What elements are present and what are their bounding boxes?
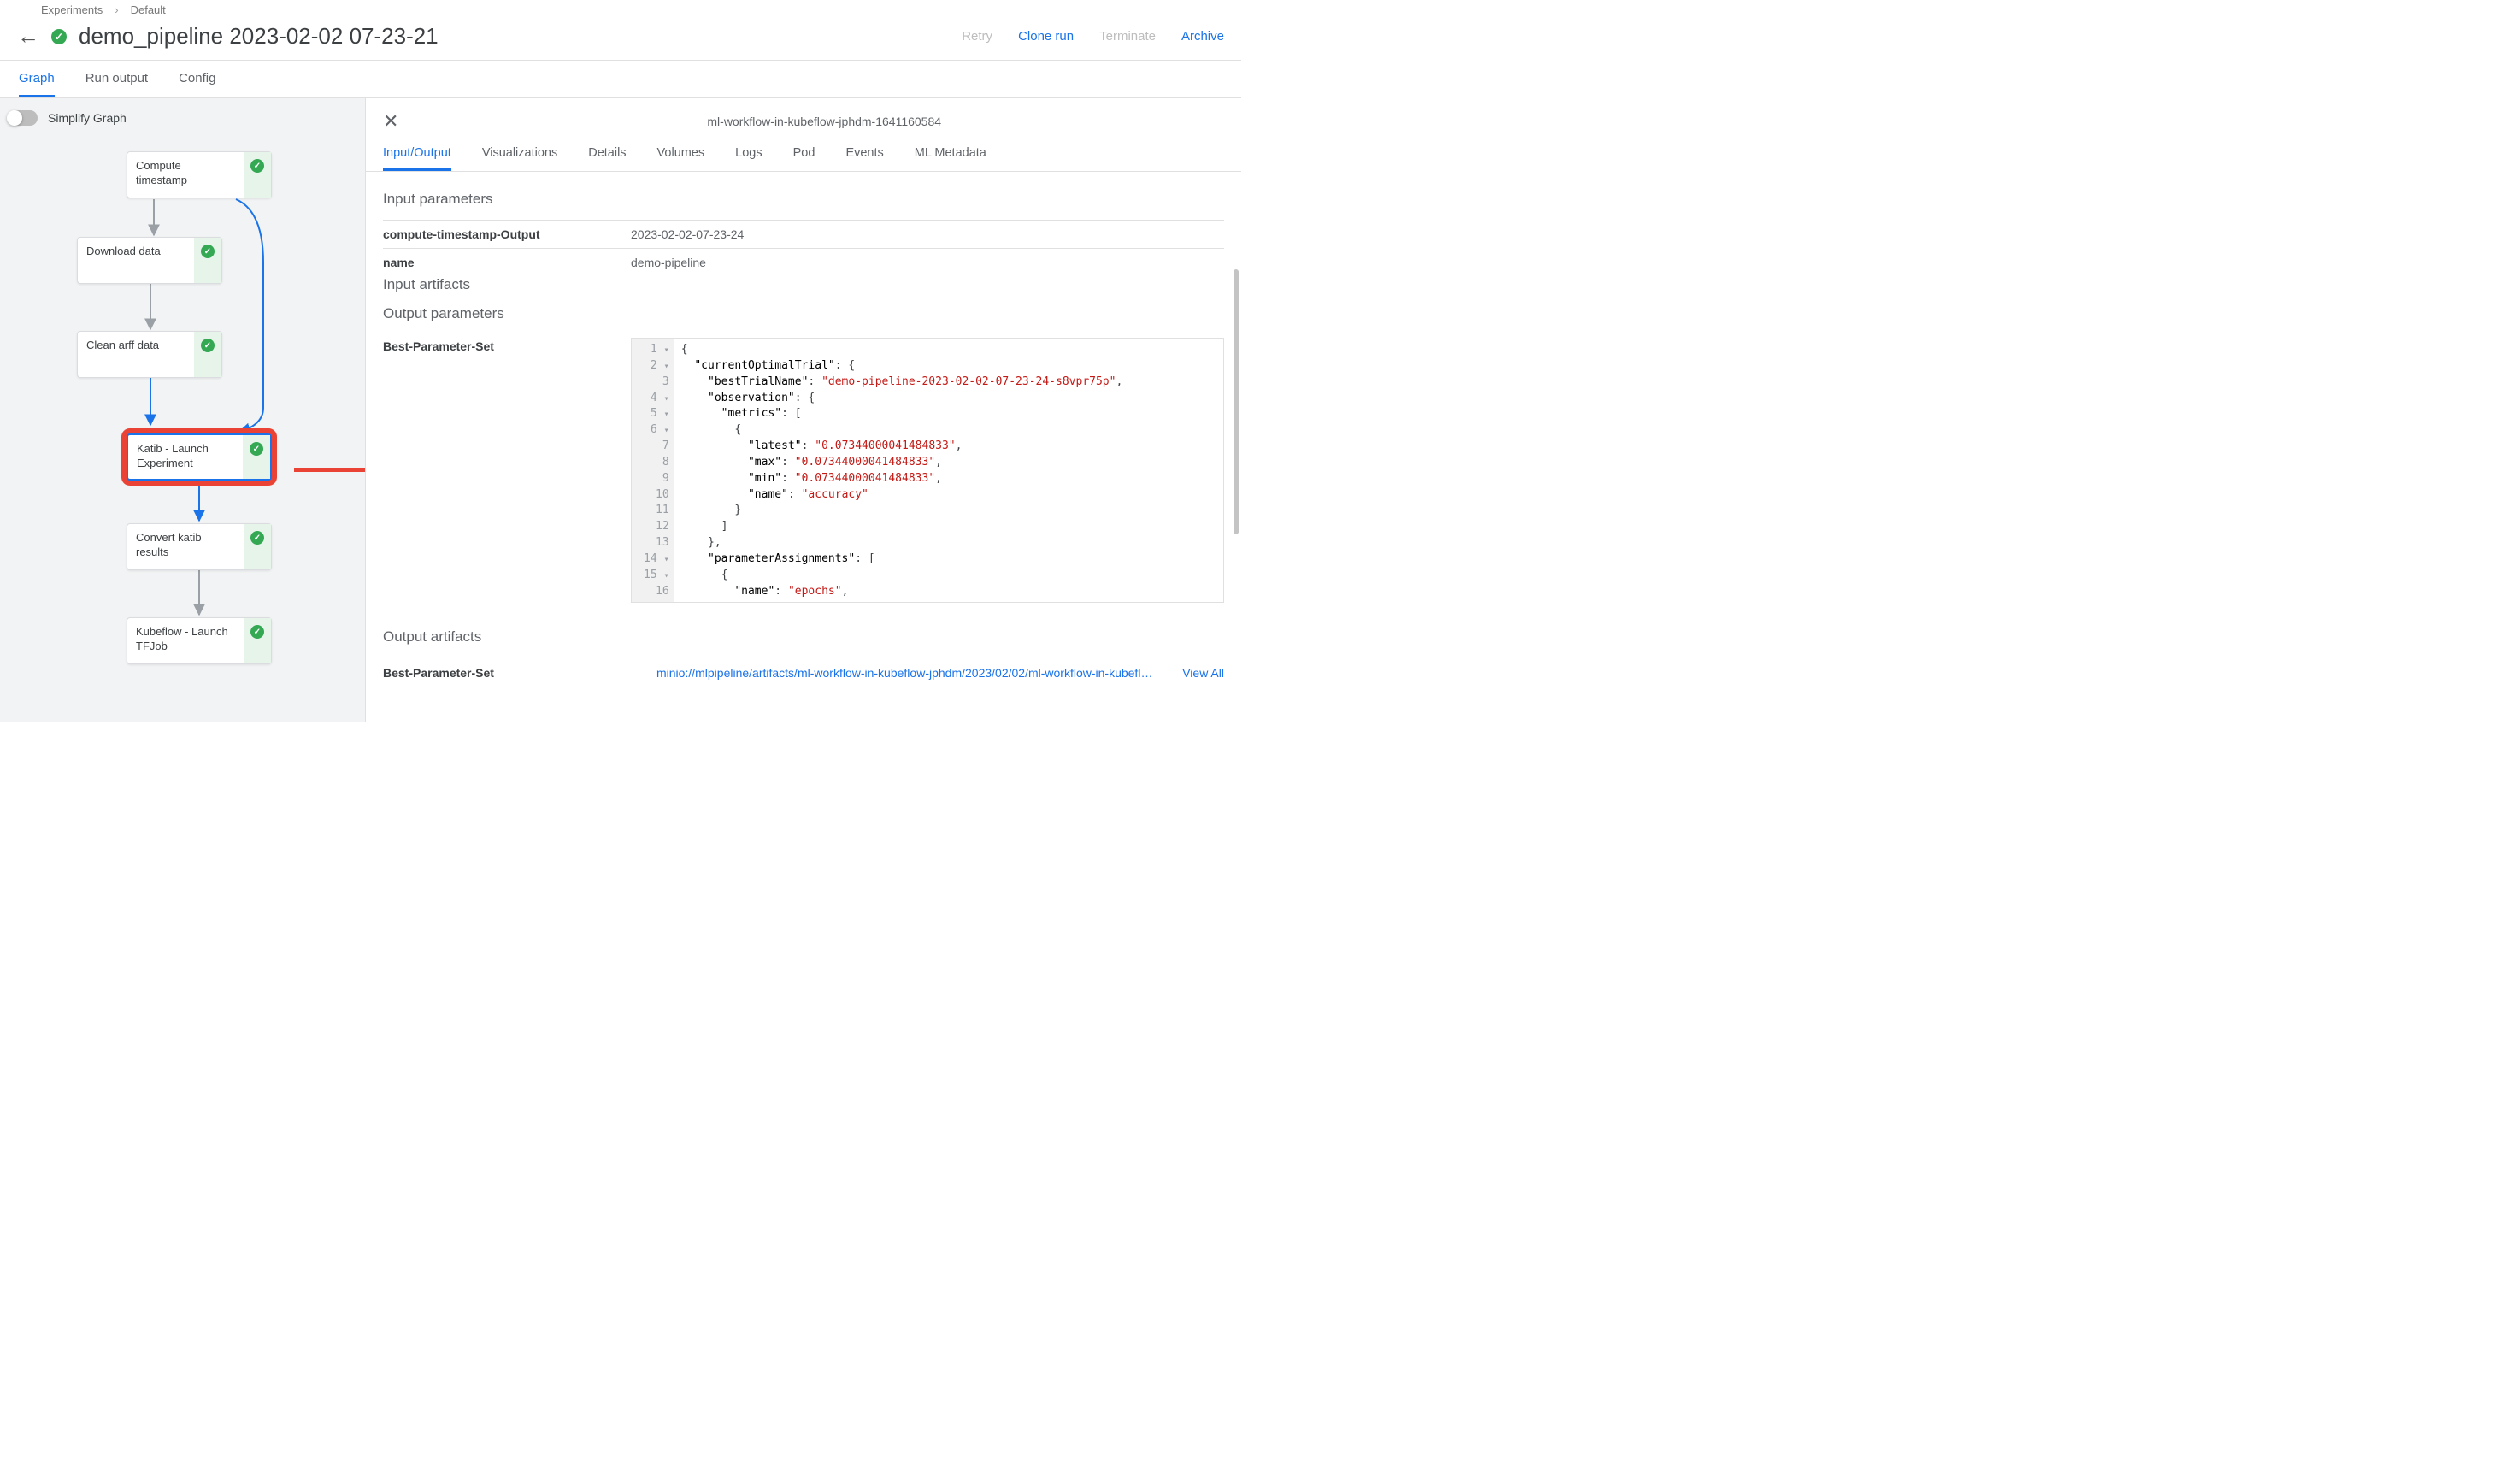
simplify-graph-label: Simplify Graph bbox=[48, 111, 127, 125]
scrollbar[interactable] bbox=[1234, 269, 1239, 534]
node-download-data[interactable]: Download data ✓ bbox=[77, 237, 222, 284]
subtab-events[interactable]: Events bbox=[845, 138, 883, 171]
clone-run-button[interactable]: Clone run bbox=[1018, 29, 1074, 44]
subtab-volumes[interactable]: Volumes bbox=[657, 138, 705, 171]
check-icon: ✓ bbox=[201, 245, 215, 258]
json-viewer[interactable]: 1 ▾2 ▾34 ▾5 ▾6 ▾7891011121314 ▾15 ▾16171… bbox=[631, 338, 1224, 603]
breadcrumb-leaf[interactable]: Default bbox=[131, 3, 166, 16]
artifact-key: Best-Parameter-Set bbox=[383, 666, 631, 680]
node-kubeflow-launch-tfjob[interactable]: Kubeflow - Launch TFJob ✓ bbox=[127, 617, 272, 664]
node-convert-katib-results[interactable]: Convert katib results ✓ bbox=[127, 523, 272, 570]
node-label: Download data bbox=[78, 238, 194, 283]
check-icon: ✓ bbox=[201, 339, 215, 352]
terminate-button[interactable]: Terminate bbox=[1099, 29, 1156, 44]
param-row: name demo-pipeline bbox=[383, 248, 1224, 276]
output-param-key: Best-Parameter-Set bbox=[383, 338, 631, 353]
section-output-parameters: Output parameters bbox=[383, 305, 1224, 322]
workflow-name: ml-workflow-in-kubeflow-jphdm-1641160584 bbox=[707, 115, 941, 128]
param-key: compute-timestamp-Output bbox=[383, 227, 631, 241]
subtab-pod[interactable]: Pod bbox=[793, 138, 815, 171]
tab-config[interactable]: Config bbox=[179, 61, 215, 97]
node-label: Katib - Launch Experiment bbox=[128, 435, 243, 479]
subtab-ml-metadata[interactable]: ML Metadata bbox=[915, 138, 986, 171]
artifact-path-link[interactable]: minio://mlpipeline/artifacts/ml-workflow… bbox=[656, 666, 1157, 680]
subtab-input-output[interactable]: Input/Output bbox=[383, 138, 451, 171]
archive-button[interactable]: Archive bbox=[1181, 29, 1224, 44]
param-value: demo-pipeline bbox=[631, 256, 706, 269]
section-input-parameters: Input parameters bbox=[383, 191, 1224, 208]
annotation-arrow-icon bbox=[294, 461, 366, 478]
subtab-details[interactable]: Details bbox=[588, 138, 626, 171]
breadcrumb-root[interactable]: Experiments bbox=[41, 3, 103, 16]
check-icon: ✓ bbox=[250, 159, 264, 173]
param-key: name bbox=[383, 256, 631, 269]
page-title: demo_pipeline 2023-02-02 07-23-21 bbox=[79, 23, 439, 50]
node-katib-launch-experiment[interactable]: Katib - Launch Experiment ✓ bbox=[127, 433, 272, 481]
pipeline-graph[interactable]: Compute timestamp ✓ Download data ✓ Clea… bbox=[7, 134, 358, 722]
section-output-artifacts: Output artifacts bbox=[383, 628, 1224, 646]
check-icon: ✓ bbox=[250, 625, 264, 639]
check-icon: ✓ bbox=[250, 442, 263, 456]
close-icon[interactable]: ✕ bbox=[383, 110, 398, 133]
tab-run-output[interactable]: Run output bbox=[85, 61, 148, 97]
node-label: Clean arff data bbox=[78, 332, 194, 377]
node-clean-arff-data[interactable]: Clean arff data ✓ bbox=[77, 331, 222, 378]
node-label: Compute timestamp bbox=[127, 152, 244, 198]
chevron-right-icon: › bbox=[115, 3, 118, 16]
subtab-logs[interactable]: Logs bbox=[735, 138, 762, 171]
param-row: compute-timestamp-Output 2023-02-02-07-2… bbox=[383, 220, 1224, 248]
node-compute-timestamp[interactable]: Compute timestamp ✓ bbox=[127, 151, 272, 198]
retry-button[interactable]: Retry bbox=[962, 29, 992, 44]
back-arrow-icon[interactable]: ← bbox=[17, 23, 39, 50]
node-label: Kubeflow - Launch TFJob bbox=[127, 618, 244, 663]
subtab-visualizations[interactable]: Visualizations bbox=[482, 138, 557, 171]
tab-graph[interactable]: Graph bbox=[19, 61, 55, 97]
status-success-icon: ✓ bbox=[51, 29, 67, 44]
check-icon: ✓ bbox=[250, 531, 264, 545]
node-label: Convert katib results bbox=[127, 524, 244, 569]
param-value: 2023-02-02-07-23-24 bbox=[631, 227, 744, 241]
section-input-artifacts: Input artifacts bbox=[383, 276, 1224, 293]
simplify-graph-toggle[interactable] bbox=[9, 110, 38, 126]
view-all-link[interactable]: View All bbox=[1182, 666, 1224, 680]
